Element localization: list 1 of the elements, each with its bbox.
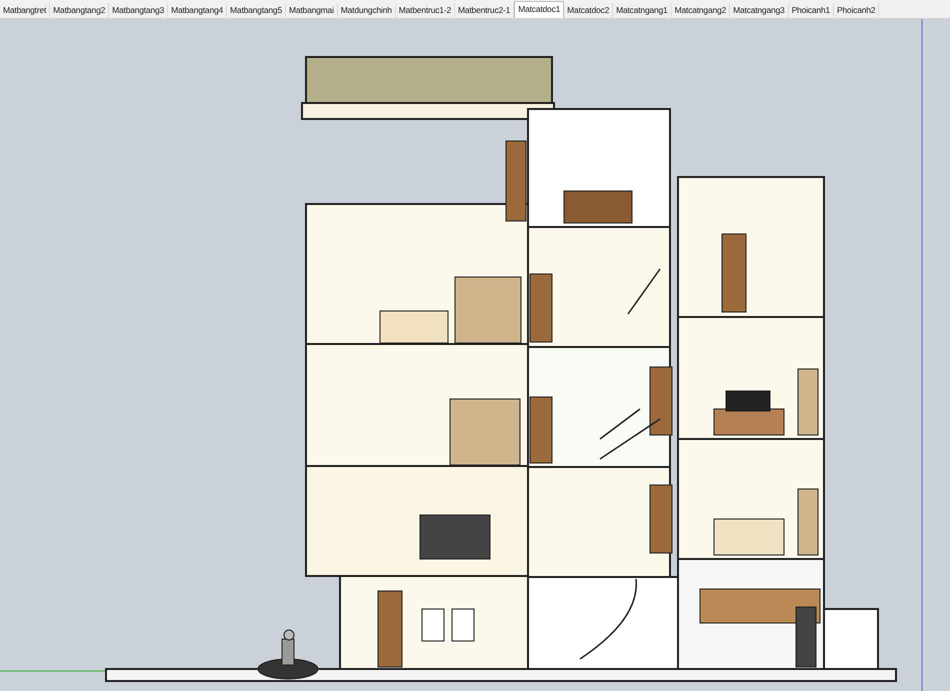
scene-tab[interactable]: Matcatdoc1 (514, 1, 564, 18)
